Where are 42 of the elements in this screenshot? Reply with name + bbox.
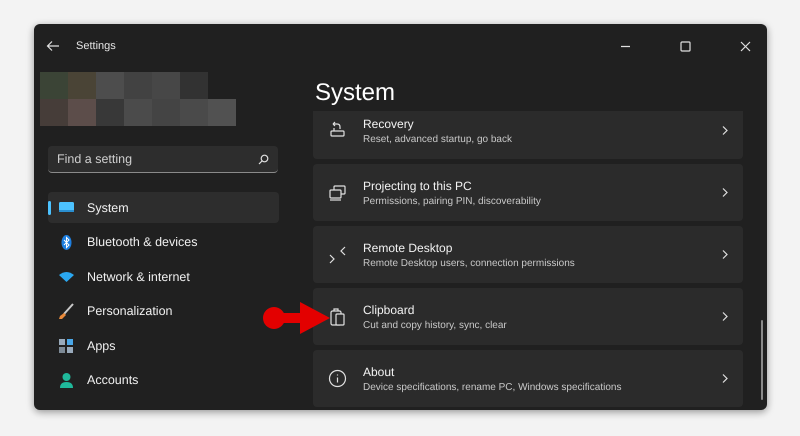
pointer-arrow: [262, 300, 332, 336]
chevron-icon: [720, 373, 729, 384]
card-title: Recovery: [363, 116, 415, 130]
maximize-icon: [680, 40, 690, 52]
info-icon: [328, 369, 347, 388]
remote-icon: [328, 245, 347, 264]
chevron-icon: [720, 249, 729, 260]
brush-icon: [58, 302, 75, 320]
chevron-icon: [720, 311, 729, 322]
apps-icon: [58, 337, 75, 354]
card-title: Remote Desktop: [363, 240, 454, 254]
card-subtitle: Cut and copy history, sync, clear: [363, 320, 508, 330]
card-title: Projecting to this PC: [363, 178, 473, 192]
card-title: About: [363, 364, 396, 378]
card-subtitle: Device specifications, rename PC, Windows specifications: [363, 382, 622, 392]
scrollbar-thumb[interactable]: [761, 320, 763, 400]
chevron-icon: [720, 125, 729, 136]
search-field[interactable]: Find a setting: [48, 146, 278, 173]
settings-card[interactable]: Remote Desktop Remote Desktop users, connection permissions: [313, 226, 743, 283]
page-title: System: [315, 78, 396, 108]
settings-card[interactable]: Clipboard Cut and copy history, sync, clear: [313, 288, 743, 345]
sidebar-item[interactable]: Accounts: [48, 364, 253, 396]
card-subtitle: Remote Desktop users, connection permissions: [363, 258, 576, 268]
chevron-icon: [720, 187, 729, 198]
search-icon: [258, 154, 269, 165]
sidebar-item[interactable]: Apps: [48, 330, 253, 361]
card-title: Clipboard: [363, 302, 416, 316]
settings-card[interactable]: Projecting to this PC Permissions, pairing PIN, discoverability: [313, 164, 743, 221]
close-icon: [740, 40, 750, 52]
sidebar-item[interactable]: Bluetooth & devices: [48, 226, 253, 258]
person-icon: [58, 372, 75, 388]
sidebar-item[interactable]: Network & internet: [48, 261, 253, 292]
clipboard-icon: [328, 307, 347, 326]
card-subtitle: Reset, advanced startup, go back: [363, 134, 513, 144]
card-subtitle: Permissions, pairing PIN, discoverability: [363, 196, 542, 206]
sidebar-item[interactable]: System: [48, 192, 279, 223]
window-title: Settings: [76, 40, 116, 52]
screens-icon: [328, 183, 347, 202]
settings-card[interactable]: About Device specifications, rename PC, Windows specifications: [313, 350, 743, 407]
back-icon[interactable]: [46, 39, 60, 53]
sidebar-item[interactable]: Personalization: [48, 296, 253, 326]
settings-card[interactable]: Recovery Reset, advanced startup, go back: [313, 111, 743, 159]
